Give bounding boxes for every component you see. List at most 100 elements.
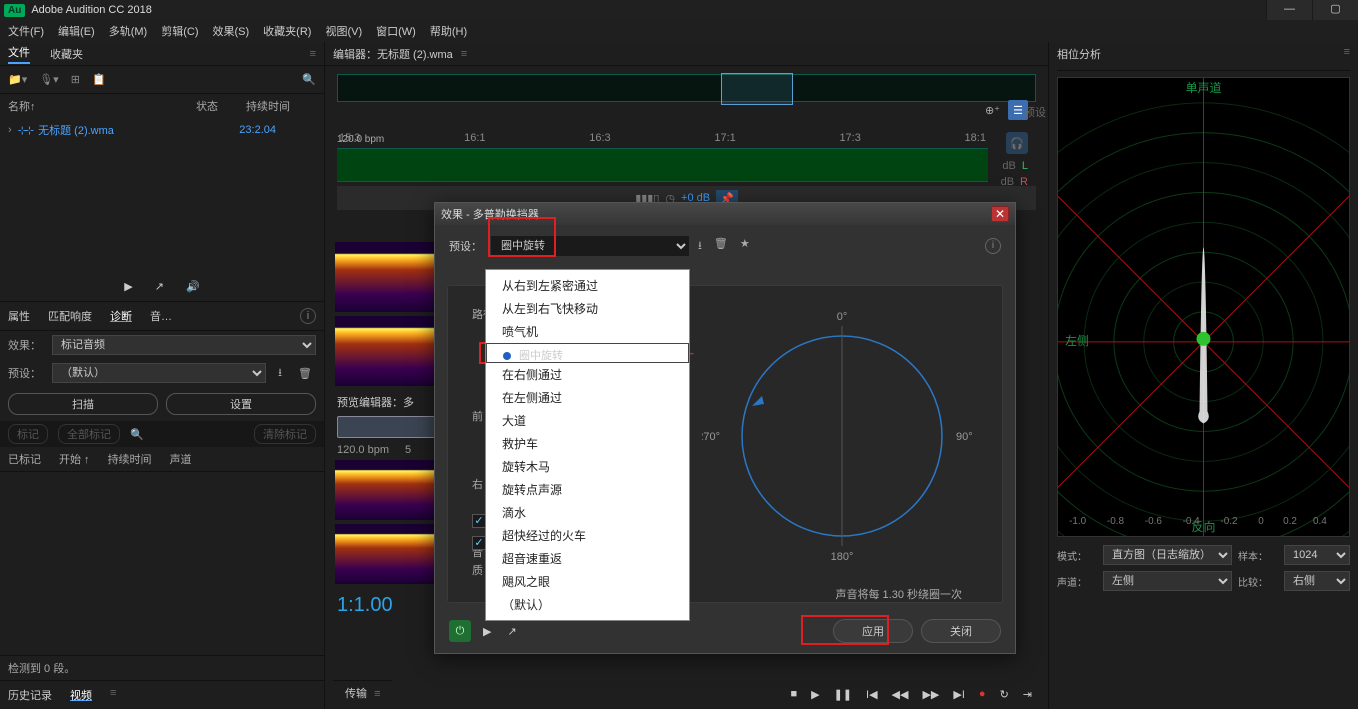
save-preset-icon[interactable]: ⭳ xyxy=(274,364,286,383)
settings-button[interactable]: 设置 xyxy=(166,393,316,415)
scan-button[interactable]: 扫描 xyxy=(8,393,158,415)
col-name[interactable]: 名称↑ xyxy=(8,98,196,114)
preset-option-selected[interactable]: 圈中旋转 xyxy=(486,343,689,363)
menu-edit[interactable]: 编辑(E) xyxy=(58,23,95,39)
mark-all-button[interactable]: 全部标记 xyxy=(58,424,120,444)
preset-option[interactable]: 超快经过的火车 xyxy=(486,524,689,547)
record-icon[interactable]: ● xyxy=(979,688,986,701)
preset-side-label[interactable]: 预设 xyxy=(1024,104,1046,120)
tab-history[interactable]: 历史记录 xyxy=(8,687,52,703)
menu-multitrack[interactable]: 多轨(M) xyxy=(109,23,148,39)
window-maximize[interactable]: ▢ xyxy=(1312,0,1358,20)
sample-label: 样本： xyxy=(1238,548,1278,563)
export-icon[interactable]: ↗ xyxy=(507,625,516,638)
paste-icon[interactable]: 📋 xyxy=(92,73,106,86)
open-folder-icon[interactable]: 📁▾ xyxy=(8,73,27,86)
file-row[interactable]: › ⊹⊹ 无标题 (2).wma 23:2.04 xyxy=(0,118,324,142)
stop-icon[interactable]: ■ xyxy=(790,688,797,701)
tab-diagnostics[interactable]: 诊断 xyxy=(110,308,132,324)
checkbox[interactable]: ✓ xyxy=(472,536,486,550)
waveform-display[interactable] xyxy=(337,148,988,182)
preset-option[interactable]: 飓风之眼 xyxy=(486,570,689,593)
dialog-close-button[interactable]: ✕ xyxy=(991,206,1009,222)
preset-option[interactable]: 从右到左紧密通过 xyxy=(486,274,689,297)
export-icon[interactable]: ↗ xyxy=(155,280,164,293)
tab-files[interactable]: 文件 xyxy=(8,44,30,64)
record-icon[interactable]: 🎙▾ xyxy=(39,73,59,86)
tab-loudness[interactable]: 匹配响度 xyxy=(48,308,92,324)
preset-option[interactable]: 喷气机 xyxy=(486,320,689,343)
power-button[interactable]: ⏻ xyxy=(449,620,471,642)
menu-view[interactable]: 视图(V) xyxy=(325,23,362,39)
tab-properties[interactable]: 属性 xyxy=(8,308,30,324)
delete-preset-icon[interactable]: 🗑 xyxy=(714,237,728,256)
mark-button[interactable]: 标记 xyxy=(8,424,48,444)
checkbox[interactable]: ✓ xyxy=(472,514,486,528)
rotation-note: 声音将每 1.30 秒绕圈一次 xyxy=(835,586,962,602)
skip-start-icon[interactable]: I◀ xyxy=(866,688,878,701)
mcol-marked[interactable]: 已标记 xyxy=(8,451,41,467)
menu-window[interactable]: 窗口(W) xyxy=(376,23,416,39)
dlg-preset-select[interactable]: 圈中旋转 xyxy=(490,235,690,257)
menu-effects[interactable]: 效果(S) xyxy=(213,23,250,39)
mcol-chan[interactable]: 声道 xyxy=(170,451,192,467)
expand-icon[interactable]: › xyxy=(8,124,12,136)
mcol-dur[interactable]: 持续时间 xyxy=(108,451,152,467)
rewind-icon[interactable]: ◀◀ xyxy=(892,688,909,701)
favorite-icon[interactable]: ★ xyxy=(740,237,750,256)
preview-play-icon[interactable]: ▶ xyxy=(483,625,491,638)
effect-label: 效果： xyxy=(8,337,44,353)
col-duration[interactable]: 持续时间 xyxy=(246,98,316,114)
preset-option[interactable]: 旋转木马 xyxy=(486,455,689,478)
col-status[interactable]: 状态 xyxy=(196,98,246,114)
skip-end-icon[interactable]: ▶I xyxy=(953,688,965,701)
forward-icon[interactable]: ▶▶ xyxy=(922,688,939,701)
effect-select[interactable]: 标记音频 xyxy=(52,335,316,355)
speaker-icon[interactable]: 🔊 xyxy=(186,280,200,293)
info-icon[interactable]: i xyxy=(300,308,316,324)
search-input[interactable]: 🔍 xyxy=(302,73,316,86)
play-icon[interactable]: ▶ xyxy=(124,280,132,293)
close-button[interactable]: 关闭 xyxy=(921,619,1001,643)
menu-clip[interactable]: 剪辑(C) xyxy=(161,23,198,39)
preset-option[interactable]: 滴水 xyxy=(486,501,689,524)
play-icon[interactable]: ▶ xyxy=(811,688,819,701)
tab-more[interactable]: 音… xyxy=(150,308,172,324)
tab-favorites[interactable]: 收藏夹 xyxy=(50,46,83,62)
delete-preset-icon[interactable]: 🗑 xyxy=(294,367,316,380)
menu-file[interactable]: 文件(F) xyxy=(8,23,44,39)
preset-select[interactable]: （默认） xyxy=(52,363,266,383)
preset-option[interactable]: 旋转点声源 xyxy=(486,478,689,501)
preset-option[interactable]: 在左侧通过 xyxy=(486,386,689,409)
grid-icon[interactable]: ⊞ xyxy=(71,73,80,86)
channel-select[interactable]: 左侧 xyxy=(1103,571,1232,591)
pause-icon[interactable]: ❚❚ xyxy=(834,688,852,701)
info-icon[interactable]: i xyxy=(985,238,1001,254)
preset-option[interactable]: 超音速重返 xyxy=(486,547,689,570)
apply-button[interactable]: 应用 xyxy=(833,619,913,643)
compare-select[interactable]: 右侧 xyxy=(1284,571,1350,591)
mcol-start[interactable]: 开始 ↑ xyxy=(59,451,90,467)
preset-option[interactable]: 救护车 xyxy=(486,432,689,455)
transport-controls: ■ ▶ ❚❚ I◀ ◀◀ ▶▶ ▶I ● ↻ ⇥ xyxy=(790,688,1032,701)
overview-waveform[interactable] xyxy=(337,74,1036,102)
preset-option[interactable]: 大道 xyxy=(486,409,689,432)
preset-option[interactable]: 从左到右飞快移动 xyxy=(486,297,689,320)
time-ruler[interactable]: 15:3 16:1 16:3 17:1 17:3 18:1 xyxy=(337,128,988,148)
clear-marks-button[interactable]: 清除标记 xyxy=(254,424,316,444)
menu-favorites[interactable]: 收藏夹(R) xyxy=(263,23,311,39)
search-icon[interactable]: 🔍 xyxy=(130,428,144,441)
window-minimize[interactable]: — xyxy=(1266,0,1312,20)
mode-select[interactable]: 直方图（日志缩放） xyxy=(1103,545,1232,565)
menu-help[interactable]: 帮助(H) xyxy=(430,23,467,39)
sample-select[interactable]: 1024 xyxy=(1284,545,1350,565)
preset-dropdown[interactable]: 从右到左紧密通过 从左到右飞快移动 喷气机 圈中旋转 在右侧通过 在左侧通过 大… xyxy=(485,269,690,621)
loop-icon[interactable]: ↻ xyxy=(1000,688,1009,701)
loop-icon[interactable]: 🎧 xyxy=(1006,132,1028,154)
preset-option[interactable]: （默认） xyxy=(486,593,689,616)
skip-icon[interactable]: ⇥ xyxy=(1023,688,1032,701)
preset-option[interactable]: 在右侧通过 xyxy=(486,363,689,386)
tab-video[interactable]: 视频 xyxy=(70,687,92,703)
zoom-tool-icon[interactable]: ⊕⁺ xyxy=(985,104,1000,117)
save-preset-icon[interactable]: ⭳ xyxy=(698,237,702,256)
